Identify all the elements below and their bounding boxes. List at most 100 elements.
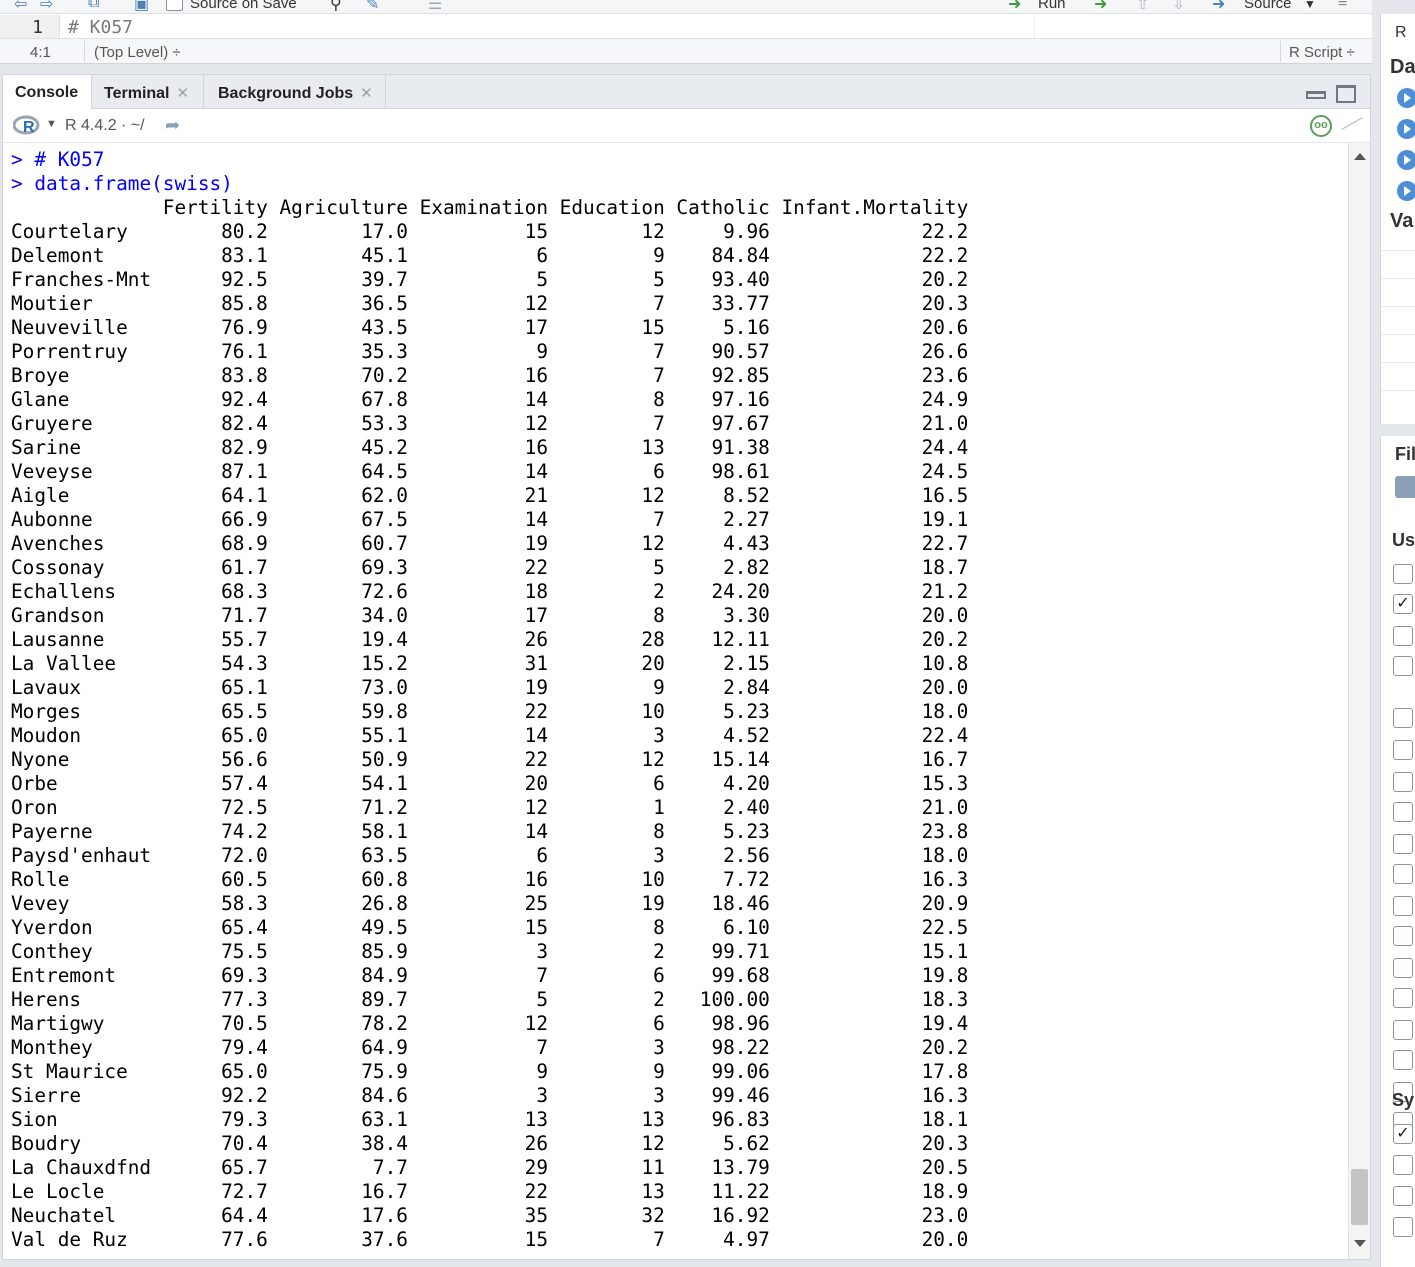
forward-arrow-icon[interactable]: ⇨ bbox=[40, 0, 53, 13]
tab-console[interactable]: Console bbox=[3, 75, 92, 110]
chevron-down-icon[interactable]: ▼ bbox=[46, 118, 57, 130]
scope-selector[interactable]: (Top Level) ÷ bbox=[94, 44, 181, 61]
package-checkbox[interactable] bbox=[1393, 656, 1413, 676]
command-text: data.frame(swiss) bbox=[34, 172, 233, 195]
package-checkbox[interactable] bbox=[1393, 802, 1413, 822]
package-checkbox[interactable]: ✓ bbox=[1393, 594, 1413, 614]
package-checkbox[interactable] bbox=[1393, 1186, 1413, 1206]
console-pane: Console Terminal ✕ Background Jobs ✕ R ▼ R… bbox=[2, 74, 1371, 1260]
close-icon[interactable]: ✕ bbox=[360, 85, 373, 102]
package-checkbox[interactable] bbox=[1393, 1217, 1413, 1237]
source-button[interactable]: Source bbox=[1244, 0, 1292, 12]
close-icon[interactable]: ✕ bbox=[177, 85, 190, 102]
package-checkbox[interactable] bbox=[1393, 708, 1413, 728]
r-logo-icon[interactable]: R bbox=[13, 115, 41, 135]
compile-report-icon[interactable]: ☰ bbox=[428, 0, 442, 13]
console-header: R ▼ R 4.4.2 · ~/ ➦ oo ⟋ bbox=[3, 109, 1370, 143]
console-scrollbar[interactable] bbox=[1348, 143, 1370, 1259]
table-row: Aubonne 66.9 67.5 14 7 2.27 19.1 bbox=[11, 508, 969, 531]
table-row: Franches-Mnt 92.5 39.7 5 5 93.40 20.2 bbox=[11, 268, 969, 291]
r-version-path: R 4.4.2 · ~/ bbox=[65, 117, 145, 134]
show-in-window-icon[interactable]: ⧉ bbox=[88, 0, 99, 12]
package-checkbox[interactable] bbox=[1393, 958, 1413, 978]
file-type-selector[interactable]: R Script ÷ bbox=[1289, 44, 1355, 61]
table-row: Broye 83.8 70.2 16 7 92.85 23.6 bbox=[11, 364, 969, 387]
code-text[interactable]: # K057 bbox=[68, 17, 133, 38]
go-down-icon[interactable]: ⇩ bbox=[1172, 0, 1185, 13]
find-replace-icon[interactable]: ⚲ bbox=[330, 0, 342, 13]
table-row: Avenches 68.9 60.7 19 12 4.43 22.7 bbox=[11, 532, 969, 555]
table-row: Paysd'enhaut 72.0 63.5 6 3 2.56 18.0 bbox=[11, 844, 969, 867]
run-arrow-icon[interactable]: ➜ bbox=[1008, 0, 1021, 13]
minimize-pane-icon[interactable] bbox=[1306, 91, 1326, 99]
package-checkbox[interactable] bbox=[1393, 1155, 1413, 1175]
package-checkbox[interactable] bbox=[1393, 988, 1413, 1008]
table-row: Aigle 64.1 62.0 21 12 8.52 16.5 bbox=[11, 484, 969, 507]
package-checkbox[interactable] bbox=[1393, 626, 1413, 646]
install-icon[interactable] bbox=[1395, 476, 1415, 498]
source-dropdown-icon[interactable]: ▼ bbox=[1304, 0, 1316, 11]
package-checkbox[interactable] bbox=[1393, 740, 1413, 760]
table-row: Porrentruy 76.1 35.3 9 7 90.57 26.6 bbox=[11, 340, 969, 363]
pane-tab-fragment[interactable]: Fil bbox=[1395, 444, 1415, 465]
package-checkbox[interactable] bbox=[1393, 1050, 1413, 1070]
section-heading: Va bbox=[1390, 210, 1414, 232]
editor-line[interactable]: 1 # K057 bbox=[0, 15, 1372, 38]
tab-terminal[interactable]: Terminal ✕ bbox=[92, 75, 204, 109]
package-checkbox[interactable] bbox=[1393, 896, 1413, 916]
environment-pane: R Da Va bbox=[1380, 14, 1415, 424]
code-tools-icon[interactable]: ✎ bbox=[366, 0, 379, 13]
list-item bbox=[1381, 306, 1415, 307]
package-checkbox[interactable] bbox=[1393, 864, 1413, 884]
pane-tab-fragment[interactable]: R bbox=[1395, 24, 1407, 42]
console-output[interactable]: > # K057 > data.frame(swiss) Fertility A… bbox=[3, 143, 1348, 1259]
table-row: Courtelary 80.2 17.0 15 12 9.96 22.2 bbox=[11, 220, 969, 243]
expand-icon[interactable] bbox=[1397, 181, 1415, 201]
tab-label: Console bbox=[15, 84, 79, 101]
package-checkbox[interactable] bbox=[1393, 834, 1413, 854]
table-row: Orbe 57.4 54.1 20 6 4.20 15.3 bbox=[11, 772, 969, 795]
package-checkbox[interactable] bbox=[1393, 564, 1413, 584]
back-arrow-icon[interactable]: ⇦ bbox=[14, 0, 27, 13]
editor-toolbar: ⇦ ⇨ ⧉ ▣ Source on Save ⚲ ✎ ☰ ➜ Run ➜ ⇧ ⇩… bbox=[0, 0, 1372, 14]
table-row: Vevey 58.3 26.8 25 19 18.46 20.9 bbox=[11, 892, 969, 915]
interrupt-icon[interactable]: oo bbox=[1310, 115, 1332, 137]
maximize-pane-icon[interactable] bbox=[1336, 85, 1356, 103]
expand-icon[interactable] bbox=[1397, 88, 1415, 108]
list-item bbox=[1381, 362, 1415, 363]
broom-icon[interactable]: ⟋ bbox=[1339, 109, 1364, 141]
table-row: Moutier 85.8 36.5 12 7 33.77 20.3 bbox=[11, 292, 969, 315]
rerun-icon[interactable]: ➜ bbox=[1094, 0, 1107, 13]
source-on-save-checkbox[interactable] bbox=[166, 0, 183, 11]
run-button[interactable]: Run bbox=[1038, 0, 1066, 12]
table-row: Rolle 60.5 60.8 16 10 7.72 16.3 bbox=[11, 868, 969, 891]
scroll-up-icon[interactable] bbox=[1354, 153, 1366, 160]
table-row: St Maurice 65.0 75.9 9 9 99.06 17.8 bbox=[11, 1060, 969, 1083]
list-item bbox=[1381, 390, 1415, 391]
table-row: Sierre 92.2 84.6 3 3 99.46 16.3 bbox=[11, 1084, 969, 1107]
tab-label: Background Jobs bbox=[218, 85, 354, 102]
scroll-thumb[interactable] bbox=[1351, 1169, 1368, 1225]
expand-icon[interactable] bbox=[1397, 150, 1415, 170]
package-checkbox[interactable] bbox=[1393, 772, 1413, 792]
scroll-down-icon[interactable] bbox=[1354, 1240, 1366, 1247]
list-item bbox=[1381, 250, 1415, 251]
package-checkbox[interactable] bbox=[1393, 926, 1413, 946]
go-to-directory-icon[interactable]: ➦ bbox=[165, 115, 180, 136]
editor-status-bar: 4:1 (Top Level) ÷ R Script ÷ bbox=[0, 38, 1372, 64]
save-icon[interactable]: ▣ bbox=[134, 0, 149, 13]
expand-icon[interactable] bbox=[1397, 119, 1415, 139]
go-up-icon[interactable]: ⇧ bbox=[1136, 0, 1149, 13]
table-row: Gruyere 82.4 53.3 12 7 97.67 21.0 bbox=[11, 412, 969, 435]
table-header: Fertility Agriculture Examination Educat… bbox=[162, 196, 969, 219]
table-row: Entremont 69.3 84.9 7 6 99.68 19.8 bbox=[11, 964, 969, 987]
table-row: Martigwy 70.5 78.2 12 6 98.96 19.4 bbox=[11, 1012, 969, 1035]
package-checkbox[interactable] bbox=[1393, 1020, 1413, 1040]
status-divider bbox=[1280, 41, 1281, 62]
table-row: Herens 77.3 89.7 5 2 100.00 18.3 bbox=[11, 988, 969, 1011]
package-checkbox[interactable]: ✓ bbox=[1393, 1124, 1413, 1144]
outline-icon[interactable]: ≡ bbox=[1338, 0, 1347, 12]
source-icon[interactable]: ➜ bbox=[1212, 0, 1225, 13]
table-row: Payerne 74.2 58.1 14 8 5.23 23.8 bbox=[11, 820, 969, 843]
tab-background-jobs[interactable]: Background Jobs ✕ bbox=[204, 75, 386, 109]
